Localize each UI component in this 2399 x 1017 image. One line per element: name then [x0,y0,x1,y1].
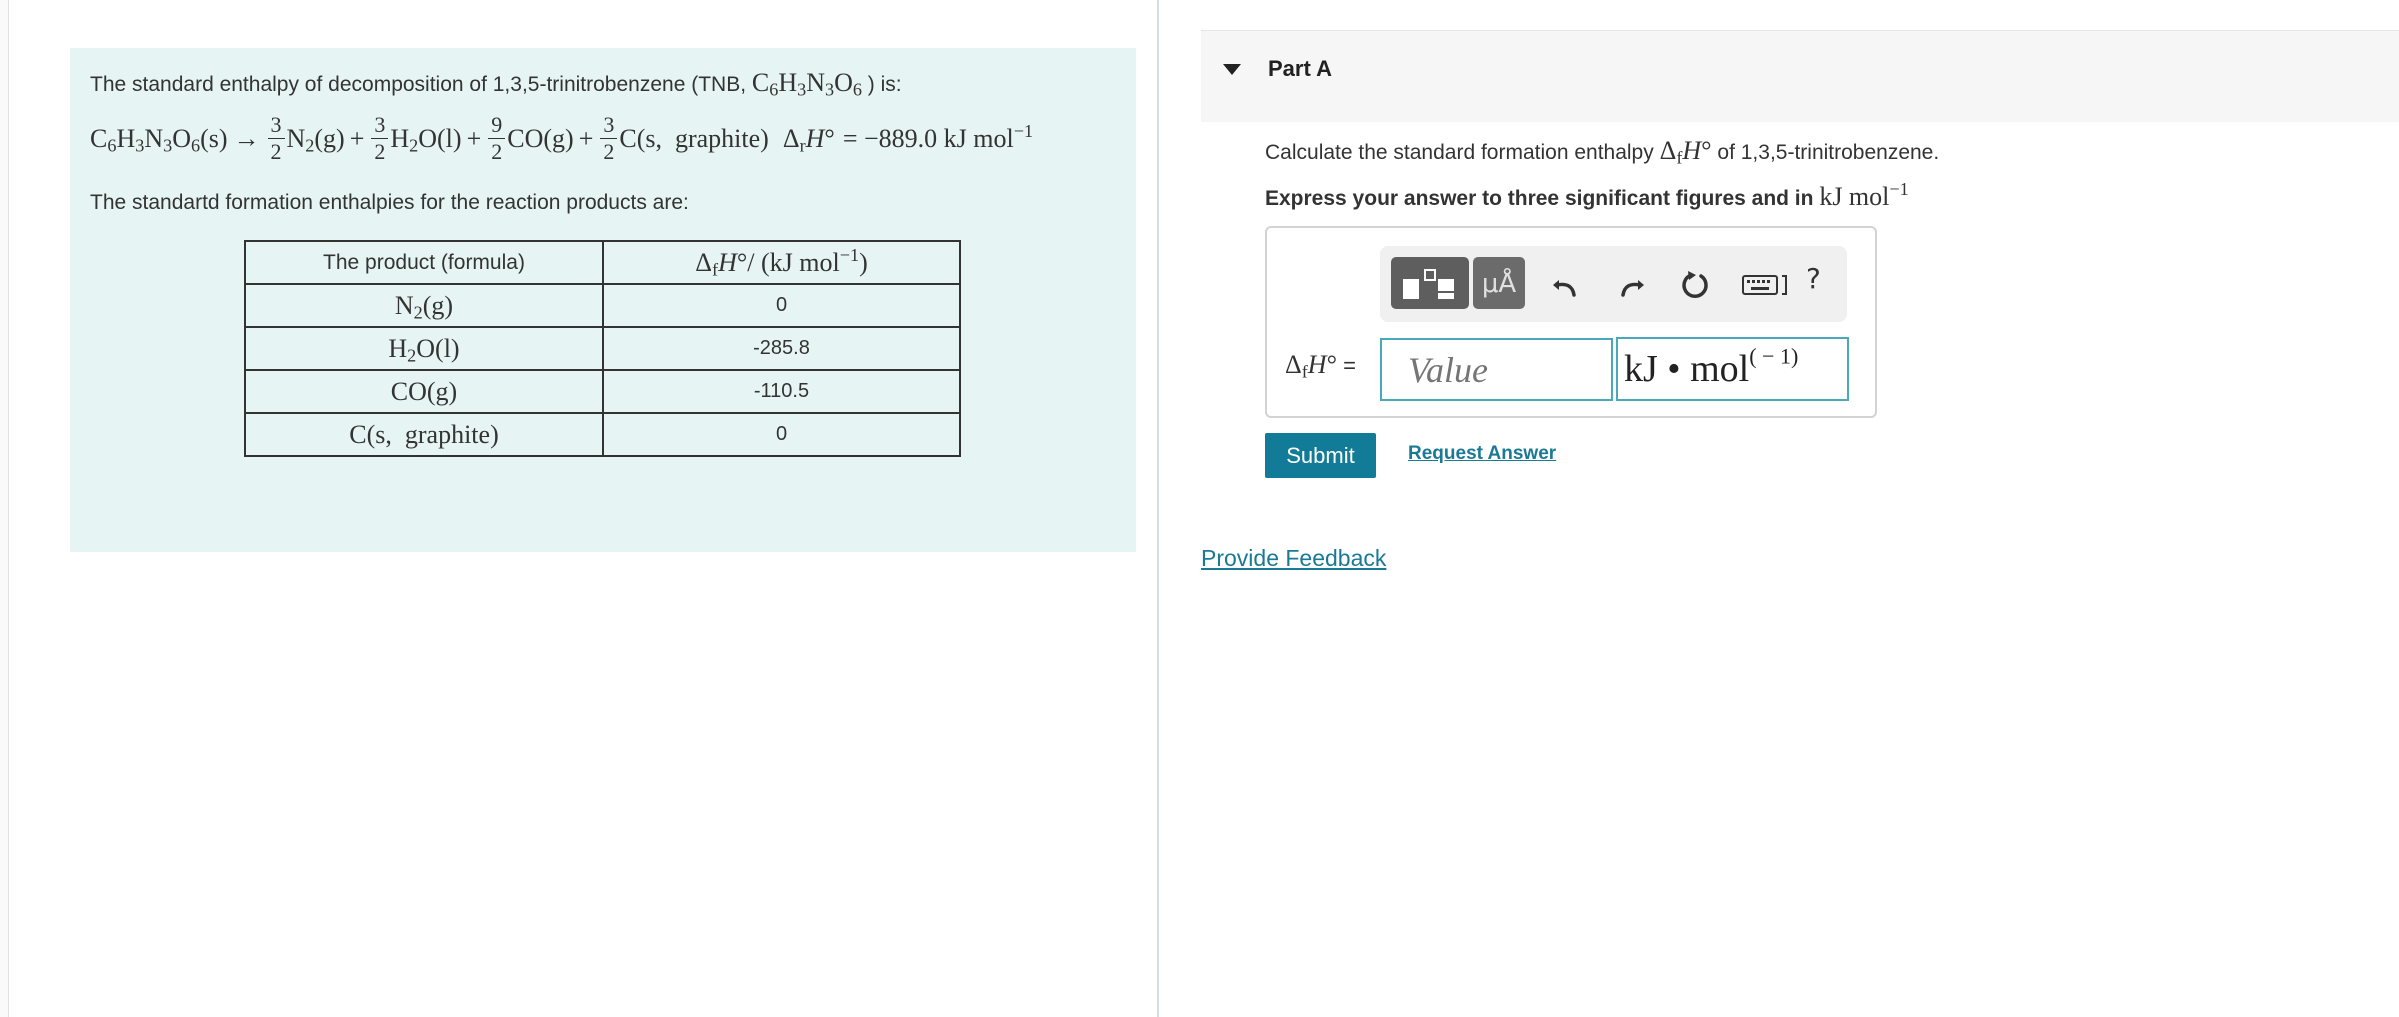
row-formula: C(s, graphite) [244,412,604,457]
products-label: The standartd formation enthalpies for t… [90,191,689,214]
table-header-row: The product (formula) ΔfH°/ (kJ mol−1) [244,240,961,285]
lhs-symbol: ΔfH° [1285,350,1337,382]
answer-box: μÅ ? ΔfH° = kJ • mol( − 1) [1265,226,1877,418]
units-button[interactable]: μÅ [1473,257,1525,309]
eq-coef-co: 92 [488,114,506,163]
row-value: -110.5 [602,369,961,414]
help-icon[interactable]: ? [1806,262,1821,295]
decomposition-equation: C6H3N3O6(s) → 32 N2(g) + 32 H2O(l) + 92 … [90,112,1034,164]
table-row: N2(g) 0 [244,283,961,328]
eq-coef-h2o: 32 [371,114,389,163]
row-formula: H2O(l) [244,326,604,371]
templates-button[interactable] [1391,257,1469,309]
template-block-icon [1438,279,1454,299]
eq-co: CO(g) [507,123,574,153]
template-box-icon [1424,269,1436,281]
table-row: CO(g) -110.5 [244,369,961,414]
template-block-icon [1403,279,1419,299]
part-title: Part A [1268,56,1332,81]
instruction-units: kJ mol−1 [1819,179,1909,211]
question-symbol: ΔfH° [1659,136,1712,168]
row-formula: CO(g) [244,369,604,414]
keyboard-icon[interactable] [1742,272,1788,298]
row-value: 0 [602,283,961,328]
eq-c: C(s, graphite) [619,123,769,153]
eq-delta-value: = −889.0 kJ mol−1 [842,120,1034,153]
column-divider [1157,0,1159,1017]
intro-suffix: ) is: [861,73,902,96]
collapse-caret-icon[interactable] [1223,64,1241,75]
eq-delta-label: ΔrH° [782,123,835,156]
reset-icon[interactable] [1678,268,1712,302]
table-row: C(s, graphite) 0 [244,412,961,457]
part-a-header[interactable]: Part A [1201,30,2399,122]
submit-button[interactable]: Submit [1265,433,1376,478]
undo-icon[interactable] [1550,268,1584,302]
eq-coef-c: 32 [600,114,618,163]
left-edge-bar [0,0,9,1017]
answer-lhs: ΔfH° = [1285,350,1356,382]
table-row: H2O(l) -285.8 [244,326,961,371]
products-table: The product (formula) ΔfH°/ (kJ mol−1) N… [244,240,961,457]
eq-coef-n2: 32 [267,114,285,163]
problem-intro: The standard enthalpy of decomposition o… [90,68,902,100]
header-product: The product (formula) [244,240,604,285]
provide-feedback-link[interactable]: Provide Feedback [1201,545,1386,572]
eq-n2: N2(g) [286,123,345,156]
template-fraction-line-icon [1436,291,1456,293]
eq-arrow: → [233,123,260,153]
problem-panel: The standard enthalpy of decomposition o… [70,48,1136,552]
request-answer-link[interactable]: Request Answer [1408,443,1556,465]
math-toolbar: μÅ ? [1380,246,1847,322]
value-input[interactable] [1380,338,1613,401]
intro-text: The standard enthalpy of decomposition o… [90,73,752,96]
question-text: Calculate the standard formation enthalp… [1265,136,1940,168]
intro-formula: C6H3N3O6 [751,68,862,100]
row-formula: N2(g) [244,283,604,328]
answer-instruction: Express your answer to three significant… [1265,179,1909,211]
eq-reactant: C6H3N3O6(s) [90,123,228,156]
header-enthalpy: ΔfH°/ (kJ mol−1) [602,240,961,285]
units-input[interactable]: kJ • mol( − 1) [1616,337,1849,401]
row-value: -285.8 [602,326,961,371]
row-value: 0 [602,412,961,457]
eq-h2o: H2O(l) [390,123,462,156]
redo-icon[interactable] [1613,268,1647,302]
